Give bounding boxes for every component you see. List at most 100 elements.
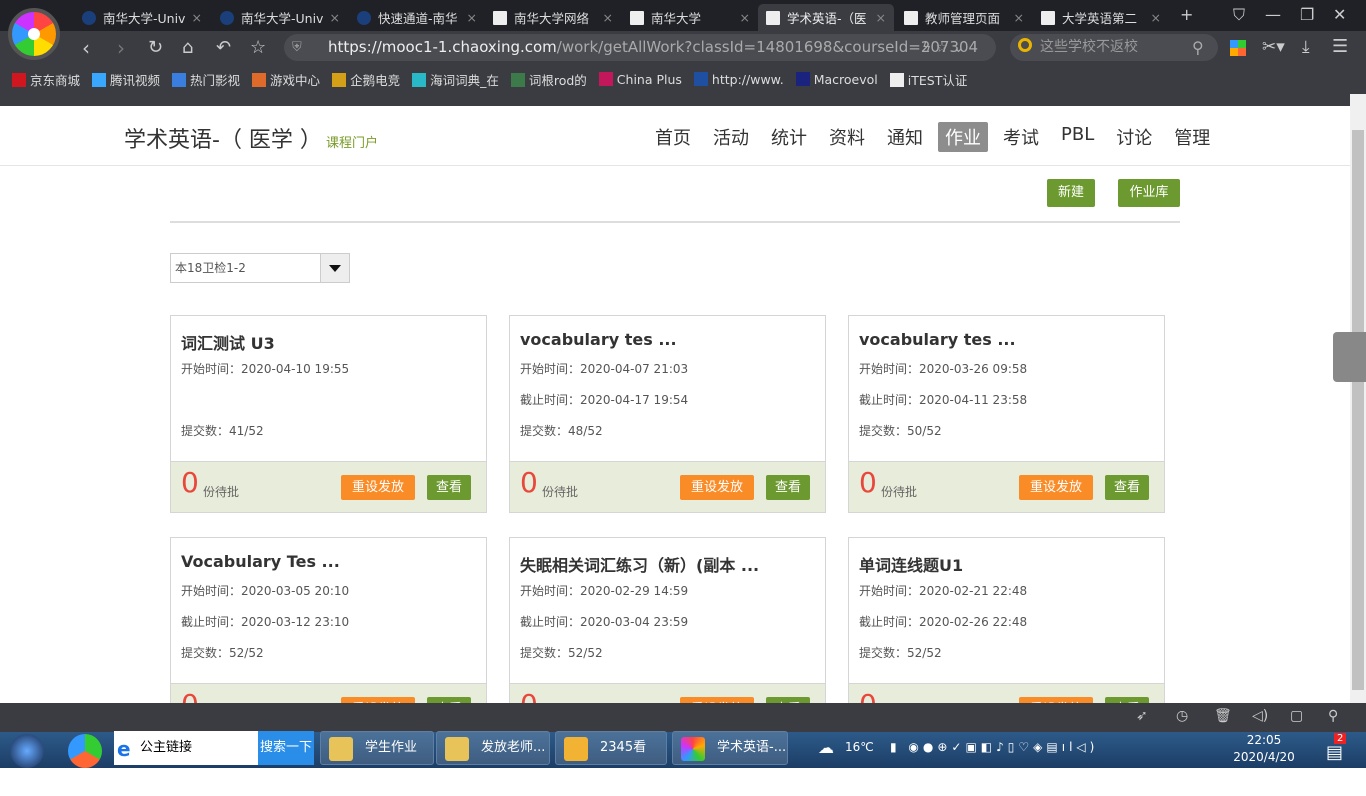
download-icon[interactable]: ⤓ [1302,37,1310,57]
search-icon[interactable]: ⚲ [1192,38,1204,57]
close-tab-icon[interactable]: × [192,10,202,25]
browser-tab[interactable]: 南华大学-Univ × [74,4,210,31]
course-portal-link[interactable]: 课程门户 [326,136,378,151]
assignment-title[interactable]: Vocabulary Tes ... [181,552,340,571]
tray-icons[interactable]: ▮ ◉●⊕✓▣◧♪▯♡◈▤ıl◁) [890,740,1098,754]
new-tab-button[interactable]: + [1180,5,1193,24]
lightning-icon[interactable]: ϟ ☆ ⌄ [922,40,964,56]
bookmark-item[interactable]: http://www. [693,71,784,87]
home-icon[interactable]: ⌂ [182,37,193,58]
nav-item[interactable]: 通知 [880,122,930,152]
view-button[interactable]: 查看 [1105,475,1149,500]
side-panel-toggle[interactable] [1333,332,1366,382]
reload-icon[interactable]: ↻ [148,37,163,58]
clock[interactable]: 22:05 2020/4/20 [1226,732,1302,766]
nav-item[interactable]: 考试 [996,122,1046,152]
assignment-title[interactable]: 词汇测试 U3 [181,330,275,354]
close-tab-icon[interactable]: × [876,10,886,25]
url-input[interactable]: https://mooc1-1.chaoxing.com/work/getAll… [284,34,996,61]
nav-item[interactable]: 首页 [648,122,698,152]
close-tab-icon[interactable]: × [1014,10,1024,25]
ie-search-button[interactable]: 搜索一下 [258,731,314,765]
bookmark-item[interactable]: 游戏中心 [252,70,320,89]
reset-publish-button[interactable]: 重设发放 [680,475,754,500]
nav-item[interactable]: 作业 [938,122,988,152]
divider [170,221,1180,223]
browser-tab[interactable]: 快速通道-南华 × [349,4,485,31]
nav-item[interactable]: 活动 [706,122,756,152]
360-icon[interactable] [68,734,102,768]
taskbar-item[interactable]: 学术英语-... [672,731,788,765]
close-tab-icon[interactable]: × [740,10,750,25]
bookmark-item[interactable]: iTEST认证 [889,70,968,89]
bookmark-item[interactable]: 企鹅电竞 [332,70,400,89]
bookmark-item[interactable]: 京东商城 [12,70,80,89]
restore-button[interactable]: ❐ [1300,5,1314,24]
skin-icon[interactable]: ⛉ [1233,5,1245,25]
view-button[interactable]: 查看 [427,475,471,500]
apps-icon[interactable] [1230,40,1246,56]
bookmark-item[interactable]: 热门影视 [172,70,240,89]
trash-icon[interactable]: 🗑 [1214,708,1232,724]
rocket-icon[interactable]: ➶ [1136,708,1148,724]
browser-logo-icon[interactable] [8,8,60,60]
bookmark-star-icon[interactable]: ☆ [250,37,266,58]
assignment-library-button[interactable]: 作业库 [1118,179,1180,207]
nav-item[interactable]: PBL [1054,122,1101,152]
assignment-title[interactable]: 失眠相关词汇练习（新）(副本 ... [520,552,759,576]
browser-tab[interactable]: 大学英语第二 × [1033,4,1169,31]
bookmark-item[interactable]: 词根rod的 [510,70,587,89]
close-window-button[interactable]: ✕ [1333,5,1346,24]
start-button[interactable] [10,734,44,768]
close-tab-icon[interactable]: × [467,10,477,25]
window-icon[interactable]: ▢ [1290,708,1303,724]
reset-publish-button[interactable]: 重设发放 [1019,475,1093,500]
browser-tab[interactable]: 南华大学-Univ × [212,4,348,31]
bookmark-item[interactable]: 腾讯视频 [92,70,160,89]
taskbar-item[interactable]: 发放老师... [436,731,550,765]
browser-tab[interactable]: 南华大学网络 × [485,4,621,31]
view-button[interactable]: 查看 [766,475,810,500]
bookmark-label: 京东商城 [30,72,81,88]
browser-tab[interactable]: 学术英语-（医 × [758,4,894,31]
reset-publish-button[interactable]: 重设发放 [341,475,415,500]
volume-icon[interactable]: ◁) [1252,708,1268,724]
class-select[interactable]: 本18卫检1-2 [170,253,350,283]
browser-tab[interactable]: 南华大学 × [622,4,758,31]
undo-icon[interactable]: ↶ [216,37,231,58]
browser-tab[interactable]: 教师管理页面 × [896,4,1032,31]
zoom-icon[interactable]: ⚲ [1328,708,1338,724]
menu-icon[interactable]: ☰ [1332,36,1348,57]
close-tab-icon[interactable]: × [603,10,613,25]
taskbar-item[interactable]: 2345看图... [555,731,667,787]
close-tab-icon[interactable]: × [1151,10,1161,25]
close-tab-icon[interactable]: × [330,10,340,25]
nav-item[interactable]: 管理 [1167,122,1217,152]
ie-search-input[interactable]: 公主链接 [114,731,260,765]
notification-icon[interactable]: ▤ [1326,742,1343,763]
bookmark-label: iTEST认证 [907,72,968,88]
scissors-icon[interactable]: ✂▾ [1262,37,1285,57]
assignment-title[interactable]: vocabulary tes ... [520,330,677,349]
assignment-title[interactable]: vocabulary tes ... [859,330,1016,349]
taskbar-item[interactable]: 学生作业 [320,731,434,765]
forward-icon[interactable]: › [117,36,125,60]
bookmark-label: 海词词典_在 [430,72,499,88]
search-engine-icon[interactable] [1018,38,1032,52]
search-input[interactable]: 这些学校不返校 [1010,34,1218,61]
course-title: 学术英语-（ 医学 ） 课程门户 [124,122,378,154]
minimize-button[interactable]: — [1265,5,1281,24]
bookmark-item[interactable]: China Plus [598,71,682,87]
bookmark-item[interactable]: Macroevol [795,71,878,87]
assignment-title[interactable]: 单词连线题U1 [859,552,963,576]
history-icon[interactable]: ◷ [1176,708,1188,724]
chevron-down-icon[interactable] [320,254,349,282]
nav-item[interactable]: 资料 [822,122,872,152]
scrollbar-thumb[interactable] [1352,130,1364,690]
back-icon[interactable]: ‹ [82,36,90,60]
nav-item[interactable]: 讨论 [1109,122,1159,152]
new-assignment-button[interactable]: 新建 [1047,179,1095,207]
start-time: 开始时间：2020-03-26 09:58 [859,362,1028,376]
bookmark-item[interactable]: 海词词典_在 [412,70,499,89]
nav-item[interactable]: 统计 [764,122,814,152]
